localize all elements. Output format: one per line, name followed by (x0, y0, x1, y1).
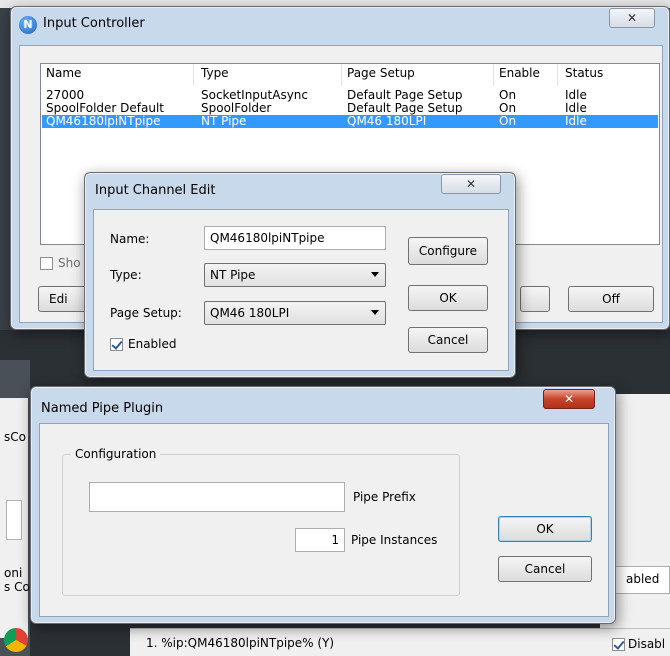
page-setup-select[interactable]: QM46 180LPI (204, 301, 386, 325)
enabled-label: Enabled (128, 337, 177, 351)
name-label: Name: (110, 232, 150, 246)
column-header-page-setup[interactable]: Page Setup (347, 66, 415, 80)
background-fragment: oni (4, 566, 23, 580)
show-checkbox[interactable] (40, 257, 53, 270)
page-setup-label: Page Setup: (110, 306, 182, 320)
close-icon[interactable]: ✕ (543, 389, 595, 409)
close-icon[interactable]: ✕ (609, 8, 655, 28)
pipe-instances-label: Pipe Instances (351, 533, 438, 547)
chevron-down-icon (371, 310, 379, 315)
disable-checkbox[interactable] (612, 638, 625, 651)
column-header-status[interactable]: Status (565, 66, 603, 80)
app-icon: N (19, 16, 37, 34)
background-fragment: s Co (4, 580, 30, 594)
cancel-button[interactable]: Cancel (498, 556, 592, 582)
dialog-title: Input Channel Edit (95, 183, 216, 198)
file-icon (6, 500, 22, 540)
type-label: Type: (110, 268, 142, 282)
show-checkbox-label: Sho (58, 256, 81, 270)
window-title: Input Controller (43, 16, 145, 31)
background-right-label: abled (626, 572, 660, 586)
pipe-prefix-label: Pipe Prefix (353, 490, 416, 504)
input-channel-edit-dialog: Input Channel Edit ✕ Name: QM46180lpiNTp… (84, 172, 516, 378)
chrome-icon[interactable] (4, 628, 28, 652)
background-fragment: sCo (4, 430, 26, 444)
type-select-value: NT Pipe (210, 268, 256, 282)
column-header-enable[interactable]: Enable (499, 66, 540, 80)
background-bottom-text: 1. %ip:QM46180lpiNTpipe% (Y) (146, 636, 335, 650)
chevron-down-icon (371, 272, 379, 277)
named-pipe-plugin-dialog: Named Pipe Plugin ✕ Configuration Pipe P… (30, 386, 616, 624)
background-button[interactable] (520, 286, 550, 312)
page-setup-select-value: QM46 180LPI (210, 306, 290, 320)
ok-button[interactable]: OK (498, 516, 592, 542)
named-pipe-plugin-client: Configuration Pipe Prefix 1 Pipe Instanc… (39, 423, 609, 617)
close-icon[interactable]: ✕ (441, 174, 501, 194)
enabled-checkbox[interactable] (110, 338, 123, 351)
type-select[interactable]: NT Pipe (204, 263, 386, 287)
cancel-button[interactable]: Cancel (408, 327, 488, 353)
configure-button[interactable]: Configure (408, 237, 488, 265)
configuration-group-label: Configuration (71, 447, 161, 461)
configuration-group: Configuration Pipe Prefix 1 Pipe Instanc… (62, 447, 460, 596)
pipe-instances-input[interactable]: 1 (295, 528, 345, 552)
pipe-prefix-input[interactable] (89, 482, 345, 512)
name-input[interactable]: QM46180lpiNTpipe (204, 226, 386, 250)
disable-label: Disabl (628, 637, 666, 651)
ok-button[interactable]: OK (408, 285, 488, 311)
dialog-title: Named Pipe Plugin (41, 401, 164, 416)
off-button[interactable]: Off (568, 286, 654, 312)
input-channel-edit-client: Name: QM46180lpiNTpipe Type: NT Pipe Pag… (93, 209, 509, 371)
column-header-type[interactable]: Type (201, 66, 229, 80)
table-row-selected[interactable]: QM46180lpiNTpipe NT Pipe QM46 180LPI On … (42, 114, 658, 128)
column-header-name[interactable]: Name (46, 66, 81, 80)
